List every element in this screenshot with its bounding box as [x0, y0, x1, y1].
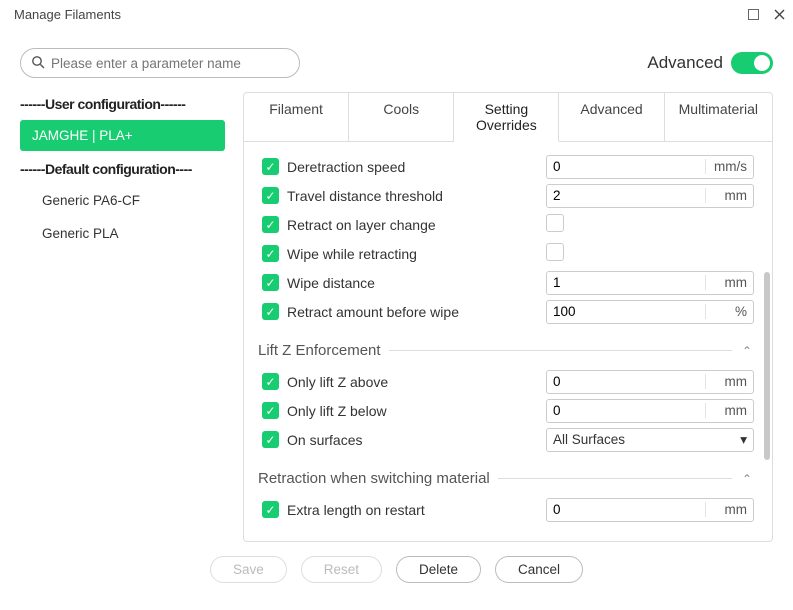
chevron-down-icon: ▾ [740, 432, 747, 448]
retraction-switch-section-header[interactable]: Retraction when switching material ⌃ [262, 470, 754, 487]
setting-label: Extra length on restart [287, 502, 538, 518]
sidebar-default-header: ------Default configuration---- [20, 157, 225, 185]
close-icon[interactable] [773, 8, 785, 20]
retract-layer-change-checkbox[interactable] [546, 214, 564, 232]
cancel-button[interactable]: Cancel [495, 556, 583, 583]
setting-row: ✓ Travel distance threshold mm [262, 181, 754, 210]
setting-row: ✓ Wipe while retracting [262, 239, 754, 268]
setting-label: Retract amount before wipe [287, 304, 538, 320]
tab-setting-overrides[interactable]: Setting Overrides [454, 93, 559, 142]
liftz-row: ✓ Only lift Z below mm [262, 396, 754, 425]
tab-multimaterial[interactable]: Multimaterial [665, 93, 772, 142]
setting-label: Wipe distance [287, 275, 538, 291]
override-check-icon[interactable]: ✓ [262, 216, 279, 233]
unit: mm [705, 502, 753, 517]
liftz-row: ✓ Only lift Z above mm [262, 367, 754, 396]
override-check-icon[interactable]: ✓ [262, 303, 279, 320]
override-check-icon[interactable]: ✓ [262, 245, 279, 262]
setting-label: On surfaces [287, 432, 538, 448]
deretraction-speed-field[interactable]: mm/s [546, 155, 754, 179]
chevron-up-icon: ⌃ [740, 344, 754, 358]
override-check-icon[interactable]: ✓ [262, 274, 279, 291]
divider [389, 350, 732, 351]
setting-label: Only lift Z below [287, 403, 538, 419]
liftz-section-header[interactable]: Lift Z Enforcement ⌃ [262, 342, 754, 359]
retract-before-wipe-input[interactable] [547, 304, 705, 319]
scrollbar-thumb[interactable] [764, 272, 770, 460]
unit: % [705, 304, 753, 319]
travel-distance-field[interactable]: mm [546, 184, 754, 208]
deretraction-speed-input[interactable] [547, 159, 705, 174]
override-check-icon[interactable]: ✓ [262, 187, 279, 204]
reset-button[interactable]: Reset [301, 556, 382, 583]
liftz-above-field[interactable]: mm [546, 370, 754, 394]
setting-label: Travel distance threshold [287, 188, 538, 204]
dropdown-value: All Surfaces [553, 432, 625, 447]
unit: mm [705, 275, 753, 290]
setting-row: ✓ Deretraction speed mm/s [262, 152, 754, 181]
wipe-while-retracting-checkbox[interactable] [546, 243, 564, 261]
setting-label: Deretraction speed [287, 159, 538, 175]
search-input-wrap[interactable] [20, 48, 300, 78]
liftz-below-field[interactable]: mm [546, 399, 754, 423]
setting-label: Retract on layer change [287, 217, 538, 233]
setting-label: Wipe while retracting [287, 246, 538, 262]
retract-before-wipe-field[interactable]: % [546, 300, 754, 324]
travel-distance-input[interactable] [547, 188, 705, 203]
tab-advanced[interactable]: Advanced [559, 93, 664, 142]
content-panel: Filament Cools Setting Overrides Advance… [243, 92, 773, 542]
scroll-area[interactable]: ✓ Deretraction speed mm/s ✓ Travel dista… [244, 142, 772, 541]
sidebar-item-default-0[interactable]: Generic PA6-CF [30, 185, 225, 216]
setting-row: ✓ Retract amount before wipe % [262, 297, 754, 326]
search-icon [31, 55, 45, 72]
retraction-switch-title: Retraction when switching material [258, 470, 490, 487]
advanced-label: Advanced [647, 53, 723, 73]
setting-label: Only lift Z above [287, 374, 538, 390]
liftz-above-input[interactable] [547, 374, 705, 389]
extra-length-restart-input[interactable] [547, 502, 705, 517]
liftz-row: ✓ On surfaces All Surfaces ▾ [262, 425, 754, 454]
wipe-distance-input[interactable] [547, 275, 705, 290]
window-title: Manage Filaments [14, 7, 121, 22]
retraction-switch-row: ✓ Extra length on restart mm [262, 495, 754, 524]
setting-row: ✓ Retract on layer change [262, 210, 754, 239]
override-check-icon[interactable]: ✓ [262, 431, 279, 448]
unit: mm [705, 374, 753, 389]
sidebar-item-default-1[interactable]: Generic PLA [30, 218, 225, 249]
wipe-distance-field[interactable]: mm [546, 271, 754, 295]
setting-row: ✓ Wipe distance mm [262, 268, 754, 297]
tabs: Filament Cools Setting Overrides Advance… [244, 93, 772, 142]
advanced-toggle[interactable] [731, 52, 773, 74]
maximize-icon[interactable] [747, 8, 759, 20]
liftz-title: Lift Z Enforcement [258, 342, 381, 359]
chevron-up-icon: ⌃ [740, 472, 754, 486]
override-check-icon[interactable]: ✓ [262, 501, 279, 518]
override-check-icon[interactable]: ✓ [262, 158, 279, 175]
divider [498, 478, 732, 479]
override-check-icon[interactable]: ✓ [262, 402, 279, 419]
liftz-below-input[interactable] [547, 403, 705, 418]
override-check-icon[interactable]: ✓ [262, 373, 279, 390]
unit: mm [705, 188, 753, 203]
search-input[interactable] [51, 56, 289, 71]
tab-filament[interactable]: Filament [244, 93, 349, 142]
sidebar: ------User configuration------ JAMGHE | … [20, 92, 225, 542]
delete-button[interactable]: Delete [396, 556, 481, 583]
sidebar-item-user-0[interactable]: JAMGHE | PLA+ [20, 120, 225, 151]
tab-cools[interactable]: Cools [349, 93, 454, 142]
on-surfaces-dropdown[interactable]: All Surfaces ▾ [546, 428, 754, 452]
unit: mm [705, 403, 753, 418]
extra-length-restart-field[interactable]: mm [546, 498, 754, 522]
titlebar: Manage Filaments [0, 0, 793, 28]
unit: mm/s [705, 159, 753, 174]
footer: Save Reset Delete Cancel [0, 542, 793, 597]
save-button[interactable]: Save [210, 556, 287, 583]
sidebar-user-header: ------User configuration------ [20, 92, 225, 120]
